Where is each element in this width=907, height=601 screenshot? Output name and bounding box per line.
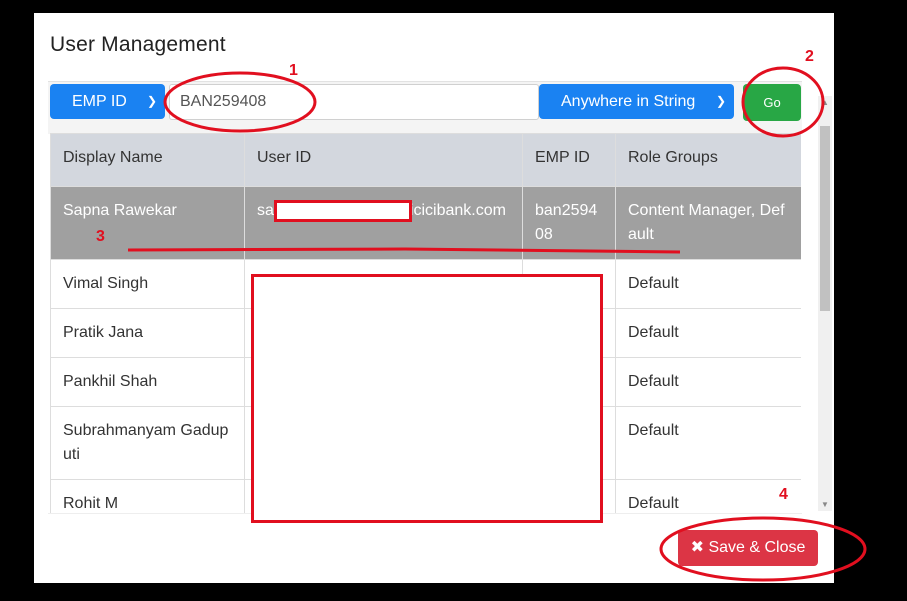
annotation-underline-row	[127, 247, 681, 254]
annotation-label-1: 1	[289, 62, 298, 79]
annotation-label-2: 2	[805, 48, 814, 65]
annotation-overlay	[127, 66, 867, 582]
annotation-circle-save	[659, 516, 867, 582]
annotation-label-3: 3	[96, 228, 105, 245]
annotation-circle-search	[163, 71, 317, 133]
annotation-circle-go	[741, 66, 825, 138]
annotation-label-4: 4	[779, 486, 788, 503]
